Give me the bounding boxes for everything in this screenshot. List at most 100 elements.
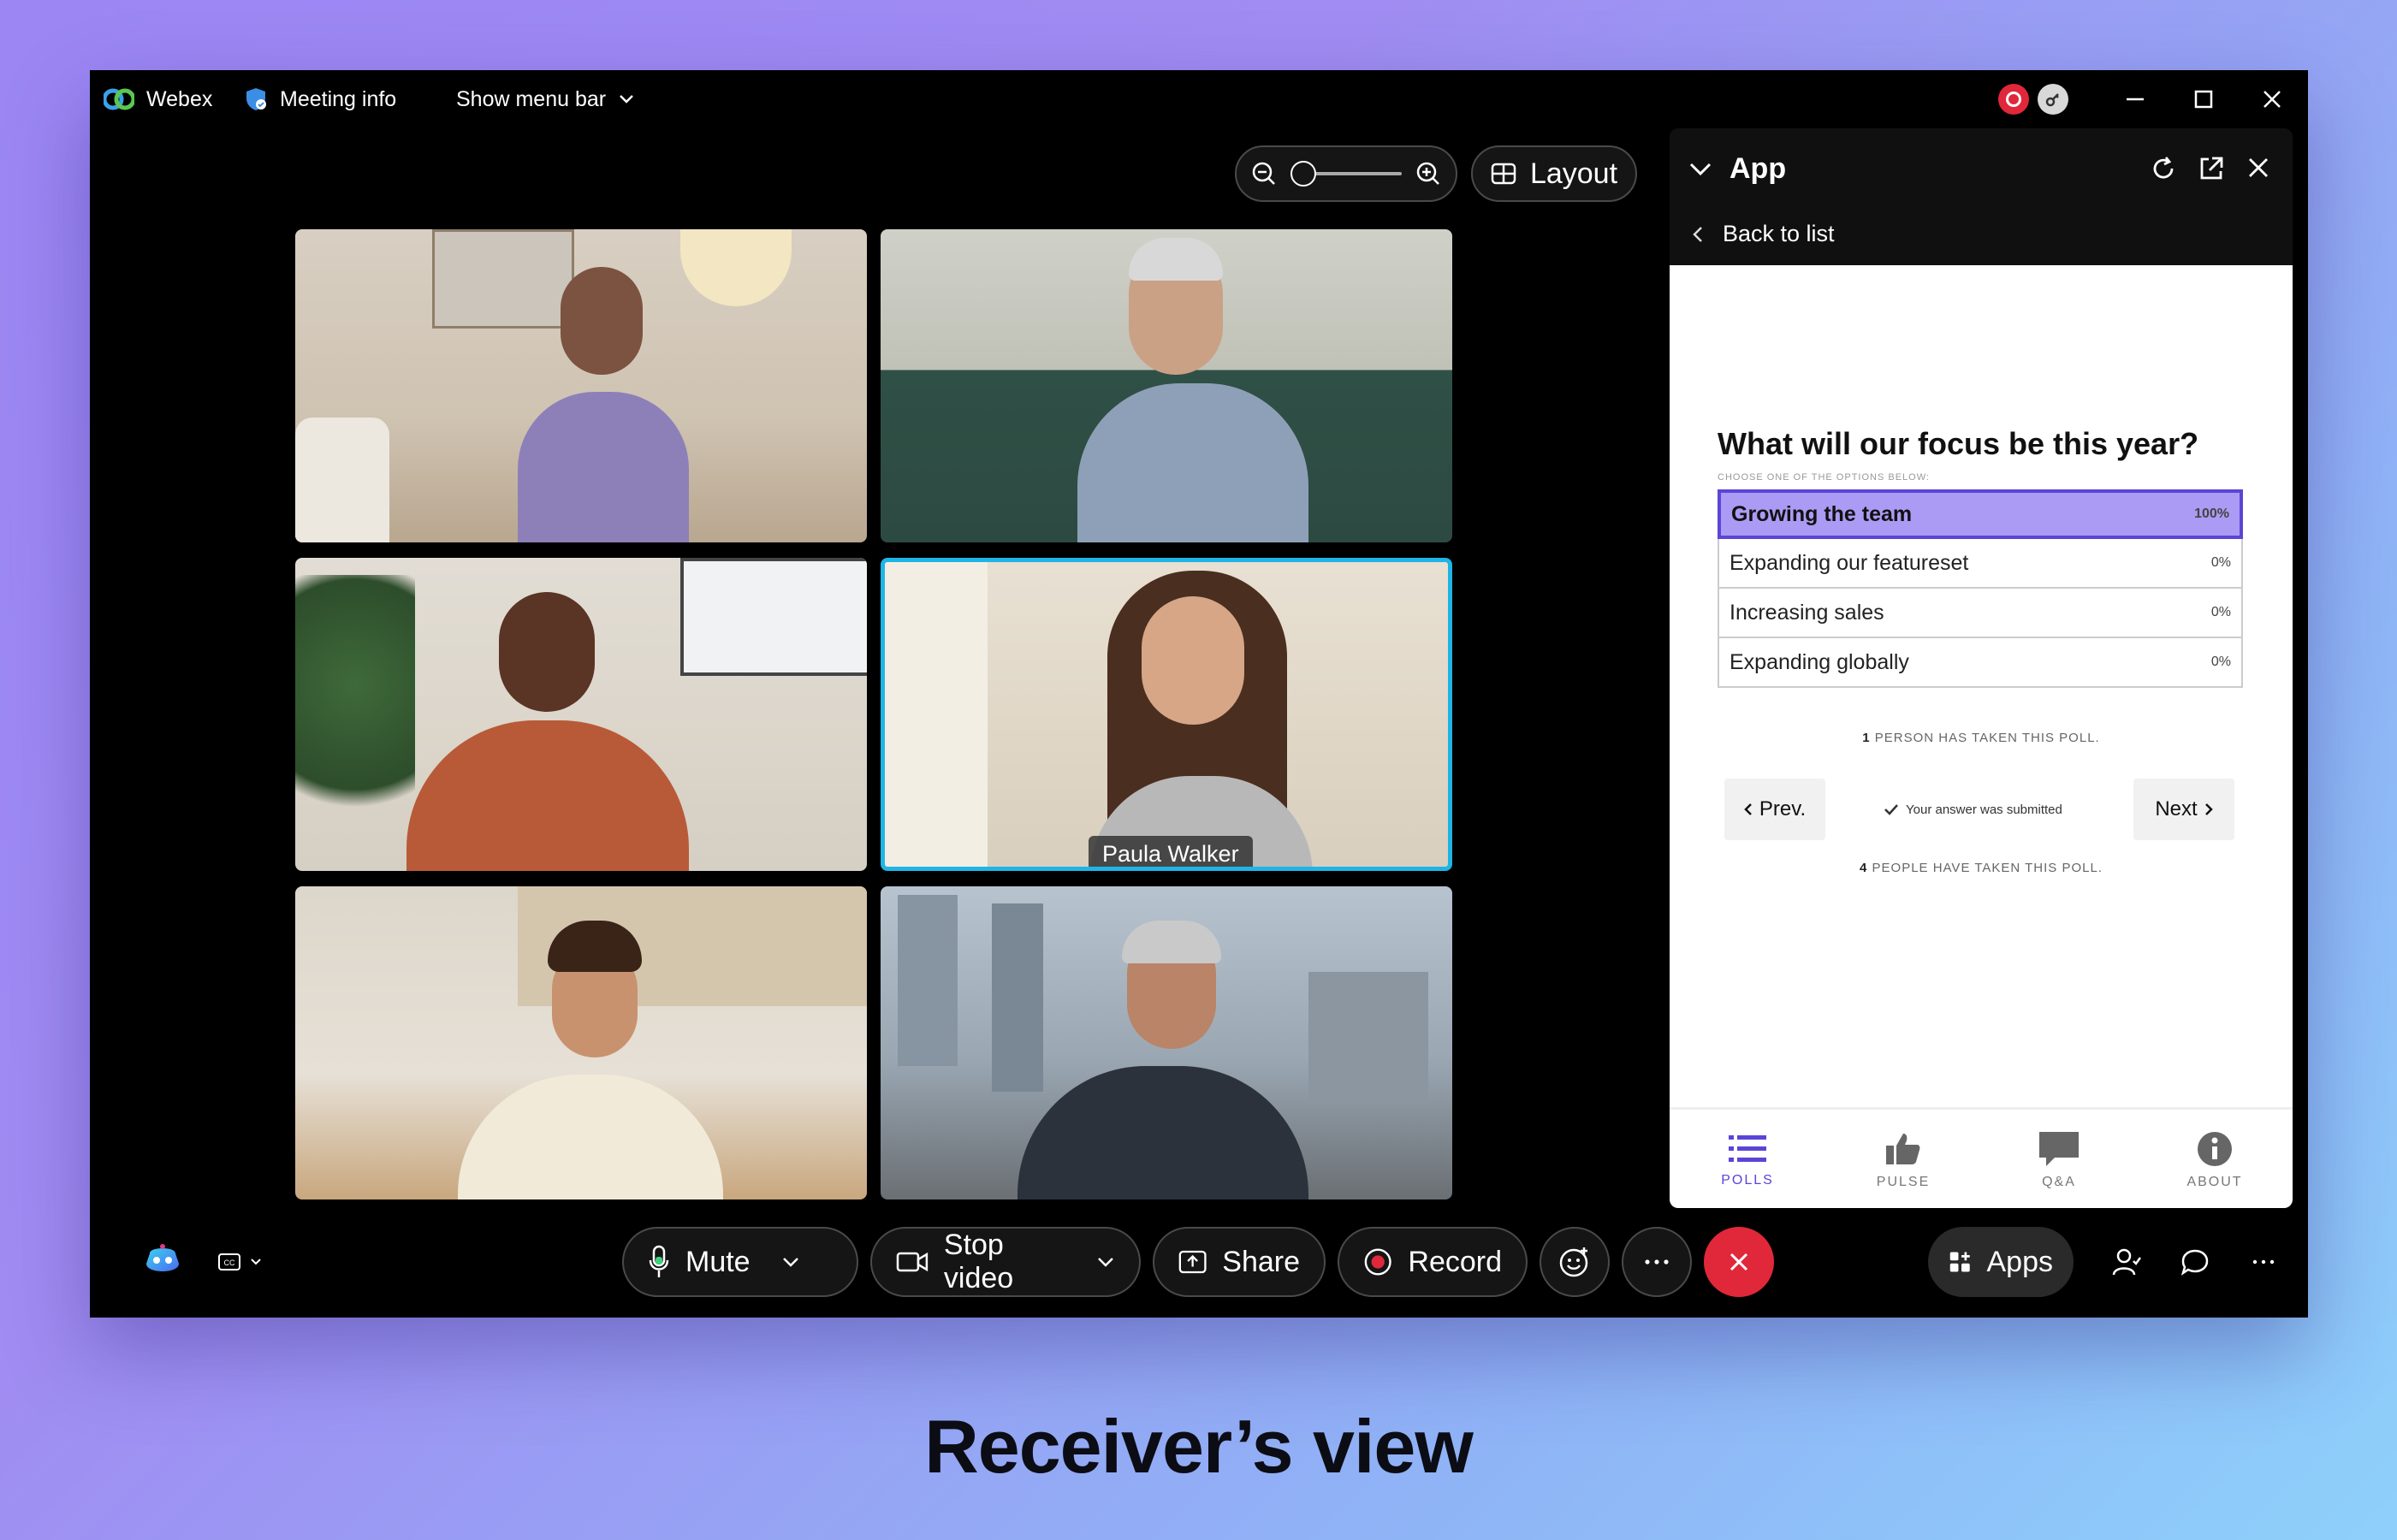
more-horizontal-icon	[1645, 1259, 1669, 1265]
ai-assistant-button[interactable]	[124, 1227, 201, 1297]
maximize-button[interactable]	[2169, 70, 2238, 128]
poll-question: What will our focus be this year?	[1718, 426, 2199, 461]
checkmark-icon	[1884, 804, 1898, 815]
video-tile[interactable]	[295, 229, 867, 542]
pop-out-icon[interactable]	[2197, 154, 2226, 183]
zoom-out-icon[interactable]	[1251, 161, 1277, 187]
poll-taken-count: 1	[1862, 731, 1871, 745]
apps-button[interactable]: Apps	[1928, 1227, 2074, 1297]
share-screen-icon	[1178, 1250, 1207, 1274]
video-background-plant	[295, 575, 415, 849]
video-tile-active-speaker[interactable]: Paula Walker	[881, 558, 1452, 871]
video-tile[interactable]	[881, 229, 1452, 542]
closed-captions-icon: CC	[218, 1253, 240, 1270]
svg-text:CC: CC	[224, 1259, 235, 1267]
show-menu-bar-label: Show menu bar	[456, 86, 607, 111]
stop-video-label: Stop video	[943, 1229, 1014, 1294]
close-panel-icon[interactable]	[2246, 156, 2270, 180]
tab-about[interactable]: ABOUT	[2137, 1110, 2293, 1208]
chevron-down-icon[interactable]	[1688, 161, 1712, 178]
poll-option-percent: 0%	[2210, 555, 2231, 570]
participant-name: Paula Walker	[1102, 840, 1239, 867]
key-icon[interactable]	[2038, 84, 2068, 115]
more-options-button[interactable]	[1622, 1227, 1692, 1297]
submitted-status: Your answer was submitted	[1884, 779, 2062, 840]
layout-button[interactable]: Layout	[1471, 145, 1637, 202]
video-tile[interactable]	[881, 886, 1452, 1199]
share-label: Share	[1222, 1245, 1300, 1278]
share-button[interactable]: Share	[1153, 1227, 1326, 1297]
list-icon	[1729, 1135, 1766, 1162]
video-background-shelf	[432, 229, 574, 329]
participant-name-label: Paula Walker	[1089, 836, 1253, 867]
participants-button[interactable]	[2092, 1227, 2161, 1297]
meeting-info-button[interactable]: Meeting info	[244, 70, 396, 128]
refresh-icon[interactable]	[2149, 154, 2178, 183]
poll-option-label: Expanding globally	[1730, 649, 1909, 674]
tab-pulse[interactable]: PULSE	[1825, 1110, 1981, 1208]
video-background-window	[885, 562, 988, 867]
minimize-icon	[2127, 98, 2144, 101]
poll-option[interactable]: Increasing sales 0%	[1718, 589, 2243, 638]
participant-face	[499, 592, 595, 712]
submitted-text: Your answer was submitted	[1906, 802, 2062, 817]
zoom-in-icon[interactable]	[1415, 161, 1441, 187]
app-panel: App Back to list What will our focus be …	[1670, 128, 2293, 1208]
poll-options: Growing the team 100% Expanding our feat…	[1718, 489, 2243, 688]
record-button[interactable]: Record	[1338, 1227, 1528, 1297]
prev-button[interactable]: Prev.	[1724, 779, 1825, 840]
tab-qa[interactable]: Q&A	[1981, 1110, 2137, 1208]
mute-button[interactable]: Mute	[622, 1227, 858, 1297]
tab-label: Q&A	[2042, 1175, 2076, 1189]
poll-taken-text: PERSON HAS TAKEN THIS POLL.	[1874, 731, 2100, 745]
chat-button[interactable]	[2161, 1227, 2229, 1297]
tab-polls[interactable]: POLLS	[1670, 1110, 1825, 1208]
stop-video-button[interactable]: Stop video	[870, 1227, 1141, 1297]
poll-option-label: Increasing sales	[1730, 600, 1884, 625]
poll-option[interactable]: Expanding our featureset 0%	[1718, 539, 2243, 589]
chevron-down-icon	[620, 95, 633, 104]
title-bar: Webex Meeting info Show menu bar	[90, 70, 2308, 128]
recording-indicator-icon[interactable]	[1998, 84, 2029, 115]
poll-option-percent: 0%	[2210, 654, 2231, 669]
more-menu-button[interactable]	[2229, 1227, 2298, 1297]
video-tile[interactable]	[295, 886, 867, 1199]
poll-people-count: 4	[1860, 861, 1868, 875]
video-tile[interactable]	[295, 558, 867, 871]
webex-brand: Webex	[104, 70, 212, 128]
chevron-down-icon[interactable]	[781, 1256, 800, 1268]
captions-button[interactable]: CC	[201, 1227, 278, 1297]
mute-label: Mute	[685, 1245, 751, 1278]
apps-grid-icon	[1949, 1252, 1970, 1272]
video-background-window	[680, 558, 867, 676]
reactions-button[interactable]	[1540, 1227, 1610, 1297]
poll-option[interactable]: Expanding globally 0%	[1718, 638, 2243, 688]
layout-label: Layout	[1529, 157, 1618, 190]
video-background-building	[898, 895, 958, 1066]
close-window-button[interactable]	[2238, 70, 2306, 128]
minimize-button[interactable]	[2101, 70, 2169, 128]
speech-bubble-icon	[2039, 1132, 2079, 1166]
next-label: Next	[2155, 797, 2198, 820]
participant-figure	[1018, 1066, 1308, 1199]
poll-option[interactable]: Growing the team 100%	[1718, 489, 2243, 539]
next-button[interactable]: Next	[2133, 779, 2234, 840]
caption: Receiver’s view	[924, 1404, 1474, 1489]
poll-people-summary: 4 PEOPLE HAVE TAKEN THIS POLL.	[1670, 861, 2293, 875]
tab-label: ABOUT	[2186, 1175, 2243, 1189]
video-background-building	[1308, 972, 1428, 1100]
participant-figure	[406, 720, 689, 871]
show-menu-bar-button[interactable]: Show menu bar	[456, 70, 635, 128]
zoom-slider-thumb[interactable]	[1290, 161, 1316, 187]
emoji-icon	[1559, 1247, 1588, 1277]
poll-people-text: PEOPLE HAVE TAKEN THIS POLL.	[1872, 861, 2103, 875]
zoom-slider[interactable]	[1290, 161, 1402, 187]
participants-icon	[2112, 1248, 2141, 1276]
chevron-down-icon[interactable]	[1096, 1256, 1115, 1268]
back-to-list-link[interactable]: Back to list	[1692, 221, 1835, 247]
video-camera-icon	[896, 1252, 929, 1272]
chevron-right-icon	[2204, 803, 2213, 815]
participant-figure	[518, 392, 689, 542]
apps-label: Apps	[1986, 1245, 2054, 1278]
end-call-button[interactable]	[1704, 1227, 1774, 1297]
